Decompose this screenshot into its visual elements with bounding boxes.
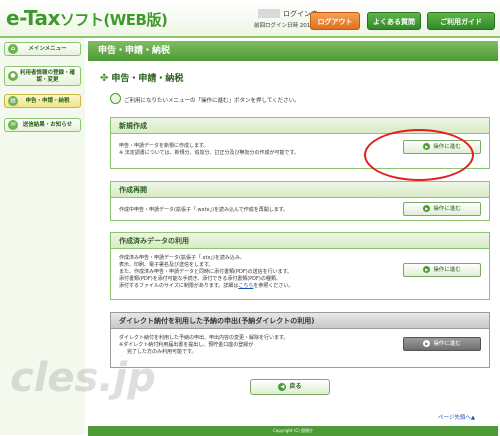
arrow-icon: ◀ xyxy=(278,382,287,391)
proceed-label: 操作に進む xyxy=(433,341,461,347)
logout-button[interactable]: ログアウト xyxy=(310,12,360,30)
page-title: 申告・申請・納税 xyxy=(88,41,498,61)
instruction-text: ご利用になりたいメニューの「操作に進む」ボタンを押してください。 xyxy=(124,98,300,104)
watermark: cles.jp xyxy=(10,355,156,401)
page-top-link[interactable]: ページ先頭へ▲ xyxy=(438,413,475,421)
app-logo: e-Taxソフト(WEB版) xyxy=(6,6,168,30)
section-title: ✤ 申告・申請・納税 xyxy=(100,71,183,84)
card-direct-payment: ダイレクト納付を利用した予納の申出(予納ダイレクトの利用) ダイレクト納付を利用… xyxy=(110,312,490,368)
details-link[interactable]: こちら xyxy=(238,283,253,289)
mail-icon: ✉ xyxy=(8,120,18,130)
clover-icon: ✤ xyxy=(100,73,109,84)
logo-main: e-Tax xyxy=(6,6,60,30)
card-text-with-link: 添付するファイルのサイズに制限があります。詳細はこちらを参照ください。 xyxy=(119,283,481,290)
card-heading: ダイレクト納付を利用した予納の申出(予納ダイレクトの利用) xyxy=(111,313,489,329)
card-body: ダイレクト納付を利用した予納の申出、申出内容の変更・解除を行います。 ※ダイレク… xyxy=(111,329,489,362)
card-text: 添付書類(PDF)を添付可能な手続き、添付できる添付書類(PDF)の種類、 xyxy=(119,276,281,282)
card-body: 作成中申告・申請データ(拡張子「.wxtx」)を読み込んで作成を再開します。 ▶… xyxy=(111,198,489,220)
sidebar-item-filing[interactable]: ▤ 申告・申請・納税 xyxy=(4,94,81,108)
card-heading: 作成再開 xyxy=(111,182,489,198)
card-existing-data: 作成済みデータの利用 作成済み申告・申請データ(拡張子「.xtx」)を読み込み、… xyxy=(110,232,490,300)
sidebar-item-results[interactable]: ✉ 送信結果・お知らせ xyxy=(4,118,81,132)
card-body: 作成済み申告・申請データ(拡張子「.xtx」)を読み込み、 表示、印刷、電子署名… xyxy=(111,249,489,296)
proceed-button-existing[interactable]: ▶ 操作に進む xyxy=(403,263,481,277)
proceed-label: 操作に進む xyxy=(433,267,461,273)
proceed-label: 操作に進む xyxy=(433,206,461,212)
faq-button[interactable]: よくある質問 xyxy=(367,12,421,30)
arrow-icon: ▶ xyxy=(423,340,431,347)
red-highlight-circle xyxy=(364,129,474,181)
back-button[interactable]: ◀ 戻る xyxy=(250,379,330,395)
proceed-button-resume[interactable]: ▶ 操作に進む xyxy=(403,202,481,216)
user-guide-button[interactable]: ご利用ガイド xyxy=(427,12,495,30)
card-resume: 作成再開 作成中申告・申請データ(拡張子「.wxtx」)を読み込んで作成を再開し… xyxy=(110,181,490,221)
info-icon xyxy=(110,93,121,104)
logo-sub: ソフト(WEB版) xyxy=(59,11,168,29)
app-header: e-Taxソフト(WEB版) ログイン中 前回ログイン日時 2015/02/27… xyxy=(0,0,500,38)
section-title-text: 申告・申請・納税 xyxy=(111,74,184,84)
sidebar-item-user-info[interactable]: ● 利用者情報の登録・確認・変更 xyxy=(4,66,81,86)
user-name-redacted xyxy=(258,9,280,18)
back-label: 戻る xyxy=(289,383,302,390)
page-top-label: ページ先頭へ xyxy=(438,415,471,421)
document-icon: ▤ xyxy=(8,96,18,106)
sidebar-item-main-menu[interactable]: ⌂ メインメニュー xyxy=(4,42,81,56)
card-text: 作成済み申告・申請データ(拡張子「.xtx」)を読み込み、 xyxy=(119,255,245,261)
proceed-button-direct-disabled[interactable]: ▶ 操作に進む xyxy=(403,337,481,351)
card-text: を参照ください。 xyxy=(253,283,294,289)
user-icon: ● xyxy=(8,71,18,81)
card-heading: 作成済みデータの利用 xyxy=(111,233,489,249)
arrow-icon: ▶ xyxy=(423,205,431,212)
card-text: 添付するファイルのサイズに制限があります。詳細は xyxy=(119,283,239,289)
arrow-icon: ▶ xyxy=(423,266,431,273)
home-icon: ⌂ xyxy=(8,44,18,54)
up-arrow-icon: ▲ xyxy=(470,415,476,421)
